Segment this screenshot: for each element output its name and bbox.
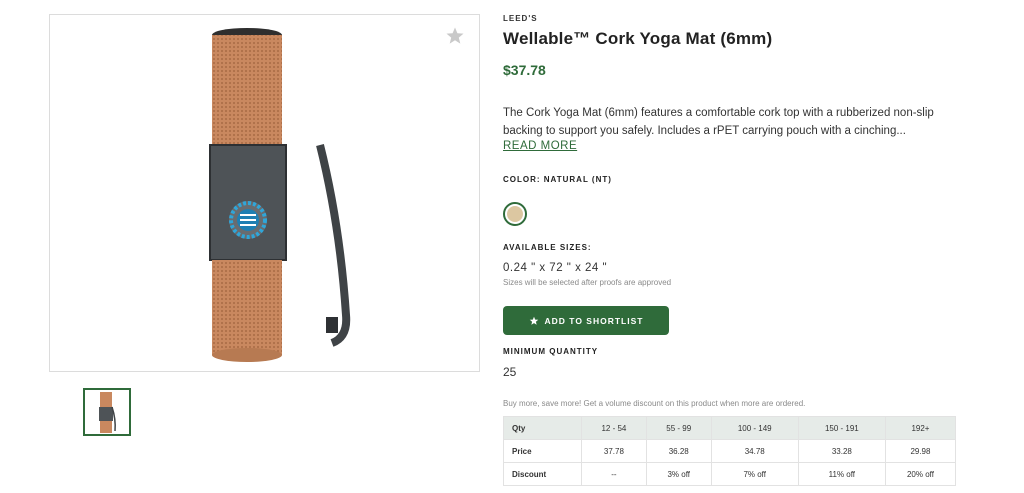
volume-discount-note: Buy more, save more! Get a volume discou… — [503, 399, 806, 408]
table-cell: 55 - 99 — [645, 416, 712, 440]
table-cell: 150 - 191 — [797, 416, 886, 440]
table-cell: 192+ — [884, 416, 957, 440]
table-cell: Qty — [503, 416, 582, 440]
table-cell: Discount — [503, 462, 582, 486]
color-swatch-natural[interactable] — [503, 202, 527, 226]
product-description: The Cork Yoga Mat (6mm) features a comfo… — [503, 107, 934, 137]
product-thumbnail[interactable] — [83, 388, 131, 436]
size-note: Sizes will be selected after proofs are … — [503, 278, 672, 287]
table-cell: 7% off — [710, 462, 799, 486]
table-cell: 33.28 — [797, 439, 886, 463]
table-cell: 36.28 — [645, 439, 712, 463]
table-cell: 3% off — [645, 462, 712, 486]
table-cell: 100 - 149 — [710, 416, 799, 440]
minimum-quantity-value: 25 — [503, 365, 517, 379]
table-row: Price 37.78 36.28 34.78 33.28 29.98 — [503, 439, 957, 463]
add-to-shortlist-button[interactable]: ADD TO SHORTLIST — [503, 306, 669, 335]
brand-name: LEED'S — [503, 14, 538, 23]
read-more-link[interactable]: READ MORE — [503, 140, 577, 152]
table-cell: 11% off — [797, 462, 886, 486]
color-label: COLOR: NATURAL (NT) — [503, 175, 612, 184]
table-cell: -- — [581, 462, 647, 486]
table-cell: 12 - 54 — [581, 416, 647, 440]
table-cell: Price — [503, 439, 582, 463]
table-cell: 29.98 — [884, 439, 957, 463]
size-value: 0.24 " x 72 " x 24 " — [503, 262, 608, 274]
table-row: Discount -- 3% off 7% off 11% off 20% of… — [503, 462, 957, 486]
shortlist-label: ADD TO SHORTLIST — [544, 315, 644, 326]
table-cell: 37.78 — [581, 439, 647, 463]
product-title: Wellable™ Cork Yoga Mat (6mm) — [503, 29, 773, 48]
product-image — [209, 28, 351, 362]
table-header-row: Qty 12 - 54 55 - 99 100 - 149 150 - 191 … — [503, 416, 957, 440]
volume-discount-table: Qty 12 - 54 55 - 99 100 - 149 150 - 191 … — [503, 416, 957, 486]
star-icon — [529, 316, 538, 325]
sizes-label: AVAILABLE SIZES: — [503, 243, 592, 252]
minimum-quantity-label: MINIMUM QUANTITY — [503, 347, 599, 356]
product-price: $37.78 — [503, 62, 546, 78]
favorite-star-icon[interactable] — [445, 26, 465, 46]
table-cell: 20% off — [884, 462, 957, 486]
table-cell: 34.78 — [710, 439, 799, 463]
product-image-panel — [49, 14, 480, 372]
swatch-fill — [507, 206, 523, 222]
